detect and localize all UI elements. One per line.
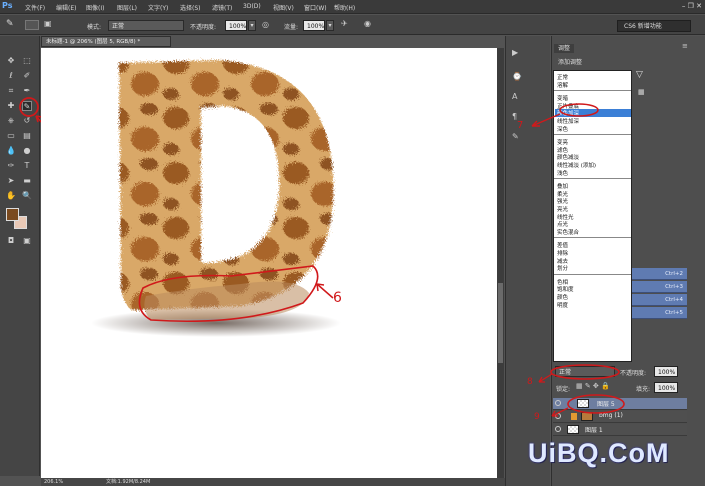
menu-select[interactable]: 选择(S) xyxy=(180,3,201,12)
play-icon[interactable]: ▶ xyxy=(512,48,518,57)
channel-shortcut: Ctrl+2 xyxy=(665,271,683,277)
blur-tool-icon[interactable]: 💧 xyxy=(6,146,16,156)
adjustments-tab[interactable]: 调整 xyxy=(554,44,575,53)
menu-file[interactable]: 文件(F) xyxy=(25,3,45,12)
menu-help[interactable]: 帮助(H) xyxy=(334,3,355,12)
opacity-input[interactable]: 100% xyxy=(225,20,247,31)
menu-type[interactable]: 文字(Y) xyxy=(148,3,168,12)
type-tool-icon[interactable]: T xyxy=(22,161,32,171)
blend-mode-option[interactable]: 溶解 xyxy=(557,81,568,89)
brush-tool-icon[interactable]: ✎ xyxy=(6,19,14,29)
opacity-dropdown[interactable]: ▾ xyxy=(248,20,256,31)
add-adjustment-label: 添加调整 xyxy=(558,59,583,66)
document-tab[interactable]: 未标题-1 @ 206% (图层 5, RGB/8) * xyxy=(41,36,171,47)
fill-input[interactable]: 100% xyxy=(654,382,678,393)
channel-mixer-icon[interactable]: ▦ xyxy=(638,88,645,96)
channel-shortcut-row[interactable]: Ctrl+4 xyxy=(632,294,687,306)
channel-shortcut-row[interactable]: Ctrl+5 xyxy=(632,307,687,319)
blend-group-separator xyxy=(554,90,631,92)
mode-select[interactable]: 正常 xyxy=(108,20,184,31)
shape-tool-icon[interactable]: ▬ xyxy=(22,176,32,186)
menu-image[interactable]: 图像(I) xyxy=(86,3,104,12)
channel-shortcut-row[interactable]: Ctrl+3 xyxy=(632,281,687,293)
flow-label: 流量: xyxy=(284,24,299,31)
brush-preset-picker[interactable] xyxy=(25,20,39,30)
canvas-vertical-scrollbar[interactable] xyxy=(497,48,504,478)
blend-group-separator xyxy=(554,273,631,275)
screen-mode-icon[interactable]: ▣ xyxy=(22,236,32,246)
document-canvas[interactable] xyxy=(41,48,497,478)
site-watermark: UiBQ.CoM xyxy=(528,438,670,468)
blend-group-separator xyxy=(554,178,631,180)
pressure-opacity-icon[interactable]: ◎ xyxy=(262,20,269,29)
menu-bar: Ps 文件(F) 编辑(E) 图像(I) 图层(L) 文字(Y) 选择(S) 滤… xyxy=(0,0,705,14)
annotation-8: 8 xyxy=(527,377,533,387)
flow-input[interactable]: 100% xyxy=(303,20,325,31)
annotation-9-graphic xyxy=(551,394,625,417)
annotation-7: 7 xyxy=(517,120,524,131)
letter-d-shape xyxy=(119,60,334,310)
document-tab-title: 未标题-1 @ 206% (图层 5, RGB/8) * xyxy=(46,39,141,45)
foreground-color-swatch[interactable] xyxy=(6,208,19,221)
mode-label: 模式: xyxy=(87,24,102,31)
history-icon[interactable]: ⌚ xyxy=(512,72,522,81)
workspace-switcher[interactable]: CS6 新增功能 xyxy=(617,20,691,32)
pen-tool-icon[interactable]: ✑ xyxy=(6,161,16,171)
blend-mode-option[interactable]: 明度 xyxy=(557,301,568,309)
channel-shortcut: Ctrl+4 xyxy=(665,297,683,303)
scrollbar-thumb[interactable] xyxy=(498,283,503,363)
opacity-label: 不透明度: xyxy=(190,24,217,31)
window-controls[interactable]: – ❐ ✕ xyxy=(682,2,702,10)
zoom-level[interactable]: 206.1% xyxy=(44,478,63,486)
app-logo: Ps xyxy=(2,1,13,10)
blend-mode-option[interactable]: 实色混合 xyxy=(557,228,579,236)
giraffe-letter-d-artwork xyxy=(91,60,341,337)
menu-3d[interactable]: 3D(D) xyxy=(243,3,261,10)
brush-panel-icon[interactable]: ▣ xyxy=(44,19,52,28)
blend-mode-option[interactable]: 划分 xyxy=(557,264,568,272)
document-size-info: 文档:1.92M/8.24M xyxy=(106,479,151,485)
options-bar: ✎ ▣ 模式: 正常 不透明度: 100% ▾ ◎ 流量: 100% ▾ ✈ ◉… xyxy=(0,15,705,35)
airbrush-icon[interactable]: ✈ xyxy=(341,19,348,28)
channel-shortcut: Ctrl+3 xyxy=(665,284,683,290)
fill-label: 填充: xyxy=(636,386,651,393)
quick-mask-icon[interactable]: ◘ xyxy=(6,236,16,246)
menu-view[interactable]: 视图(V) xyxy=(273,3,294,12)
blend-group-separator xyxy=(554,237,631,239)
status-bar: 206.1% 文档:1.92M/8.24M xyxy=(41,478,505,486)
flow-dropdown[interactable]: ▾ xyxy=(326,20,334,31)
dodge-tool-icon[interactable]: ● xyxy=(22,146,32,156)
menu-window[interactable]: 窗口(W) xyxy=(304,3,327,12)
menu-filter[interactable]: 滤镜(T) xyxy=(212,3,232,12)
annotation-7-graphic xyxy=(531,103,599,127)
channel-shortcut-row[interactable]: Ctrl+2 xyxy=(632,268,687,280)
zoom-tool-icon[interactable]: 🔍 xyxy=(22,191,32,201)
layer-opacity-input[interactable]: 100% xyxy=(654,366,678,377)
annotation-8-graphic xyxy=(538,364,620,383)
pressure-size-icon[interactable]: ◉ xyxy=(364,19,371,28)
annotation-9: 9 xyxy=(534,412,540,422)
vibrance-icon[interactable]: ▽ xyxy=(636,70,643,80)
menu-layer[interactable]: 图层(L) xyxy=(117,3,137,12)
annotation-6: 6 xyxy=(333,290,342,306)
hand-tool-icon[interactable]: ✋ xyxy=(6,191,16,201)
blend-mode-option[interactable]: 浅色 xyxy=(557,169,568,177)
channel-shortcut: Ctrl+5 xyxy=(665,310,683,316)
annotation-6-arrow xyxy=(316,283,334,299)
path-select-icon[interactable]: ➤ xyxy=(6,176,16,186)
menu-edit[interactable]: 编辑(E) xyxy=(56,3,76,12)
panel-menu-icon[interactable]: ≡ xyxy=(682,42,688,50)
